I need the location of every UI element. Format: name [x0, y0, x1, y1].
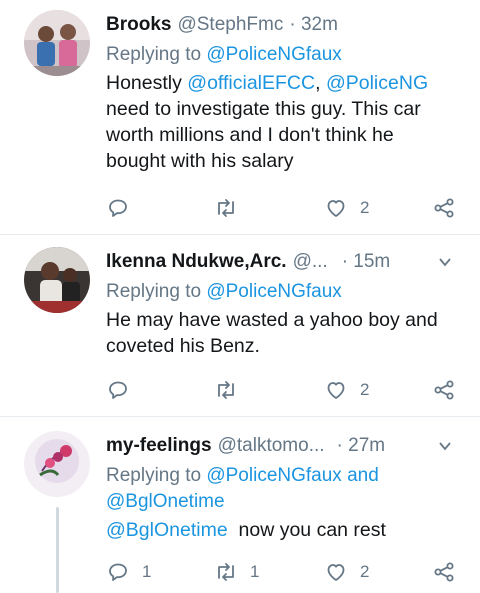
like-button[interactable]: 2: [324, 196, 369, 220]
text-fragment: Honestly: [106, 72, 188, 94]
tweet-actions: 2: [106, 194, 466, 222]
heart-icon: [327, 200, 345, 217]
tweet-3[interactable]: my-feelings @talktomo... · 27m Replying …: [0, 417, 480, 593]
reply-button[interactable]: [106, 196, 142, 220]
replying-to: Replying to @PoliceNGfaux and @BglOnetime: [106, 463, 466, 515]
mention-link[interactable]: @PoliceNGfaux: [206, 465, 341, 486]
reply-icon: [109, 563, 127, 581]
mention-link[interactable]: @BglOnetime: [106, 519, 228, 541]
avatar[interactable]: [24, 10, 90, 76]
retweet-button[interactable]: 1: [214, 560, 259, 584]
text-fragment: now you can rest: [227, 519, 386, 541]
tweet-actions: 1 1 2: [106, 558, 466, 586]
avatar[interactable]: [24, 247, 90, 313]
reply-icon: [109, 199, 127, 217]
thread-line: [56, 507, 59, 593]
retweet-icon: [218, 381, 234, 399]
replying-to: Replying to @PoliceNGfaux: [106, 42, 466, 68]
reply-button[interactable]: 1: [106, 560, 151, 584]
mention-link[interactable]: @PoliceNGfaux: [206, 44, 341, 65]
display-name[interactable]: my-feelings: [106, 435, 212, 457]
like-count: 2: [360, 562, 370, 581]
replying-prefix: Replying to: [106, 465, 207, 486]
text-line: bought with his salary: [106, 150, 294, 172]
retweet-button[interactable]: [214, 378, 250, 402]
tweet-text: He may have wasted a yahoo boy and covet…: [106, 307, 466, 359]
replying-prefix: Replying to: [106, 44, 207, 65]
display-name[interactable]: Brooks: [106, 14, 171, 36]
tweet-header: my-feelings @talktomo... · 27m: [106, 433, 466, 459]
like-button[interactable]: 2: [324, 560, 369, 584]
share-icon: [434, 562, 454, 582]
user-handle[interactable]: @...: [293, 251, 328, 273]
chevron-down-icon[interactable]: [438, 439, 452, 453]
share-icon: [434, 380, 454, 400]
text-line: coveted his Benz.: [106, 335, 260, 357]
timestamp[interactable]: · 27m: [337, 435, 386, 457]
retweet-icon: [218, 199, 234, 217]
retweet-button[interactable]: [214, 196, 250, 220]
replying-to: Replying to @PoliceNGfaux: [106, 279, 466, 305]
timestamp[interactable]: · 15m: [342, 251, 391, 273]
tweet-header: Brooks @StephFmc · 32m: [106, 12, 466, 38]
user-handle[interactable]: @talktomo...: [218, 435, 325, 457]
reply-icon: [109, 381, 127, 399]
timestamp[interactable]: · 32m: [289, 14, 338, 36]
tweet-text: Honestly @officialEFCC, @PoliceNG need t…: [106, 70, 466, 174]
mention-link[interactable]: @BglOnetime: [106, 491, 225, 512]
tweet-header: Ikenna Ndukwe,Arc. @... · 15m: [106, 249, 466, 275]
like-count: 2: [360, 380, 370, 399]
avatar[interactable]: [24, 431, 90, 497]
text-fragment: ,: [315, 72, 326, 94]
share-button[interactable]: [432, 378, 456, 402]
replying-and[interactable]: and: [342, 465, 379, 486]
reply-count: 1: [142, 562, 152, 581]
share-button[interactable]: [432, 560, 456, 584]
retweet-count: 1: [250, 562, 260, 581]
tweet-1[interactable]: Brooks @StephFmc · 32m Replying to @Poli…: [0, 0, 480, 232]
like-count: 2: [360, 198, 370, 217]
retweet-icon: [218, 563, 234, 581]
tweet-2[interactable]: Ikenna Ndukwe,Arc. @... · 15m Replying t…: [0, 235, 480, 415]
user-handle[interactable]: @StephFmc: [177, 14, 283, 36]
tweet-text: @BglOnetime now you can rest: [106, 517, 466, 543]
heart-icon: [327, 564, 345, 581]
like-button[interactable]: 2: [324, 378, 369, 402]
chevron-down-icon[interactable]: [438, 255, 452, 269]
mention-link[interactable]: @PoliceNG: [326, 72, 428, 94]
display-name[interactable]: Ikenna Ndukwe,Arc.: [106, 251, 287, 273]
text-line: worth millions and I don't think he: [106, 124, 394, 146]
text-line: need to investigate this guy. This car: [106, 98, 421, 120]
text-line: He may have wasted a yahoo boy and: [106, 309, 438, 331]
reply-button[interactable]: [106, 378, 142, 402]
share-icon: [434, 198, 454, 218]
tweet-actions: 2: [106, 376, 466, 404]
replying-prefix: Replying to: [106, 281, 207, 302]
share-button[interactable]: [432, 196, 456, 220]
heart-icon: [327, 382, 345, 399]
mention-link[interactable]: @officialEFCC: [187, 72, 315, 94]
mention-link[interactable]: @PoliceNGfaux: [206, 281, 341, 302]
